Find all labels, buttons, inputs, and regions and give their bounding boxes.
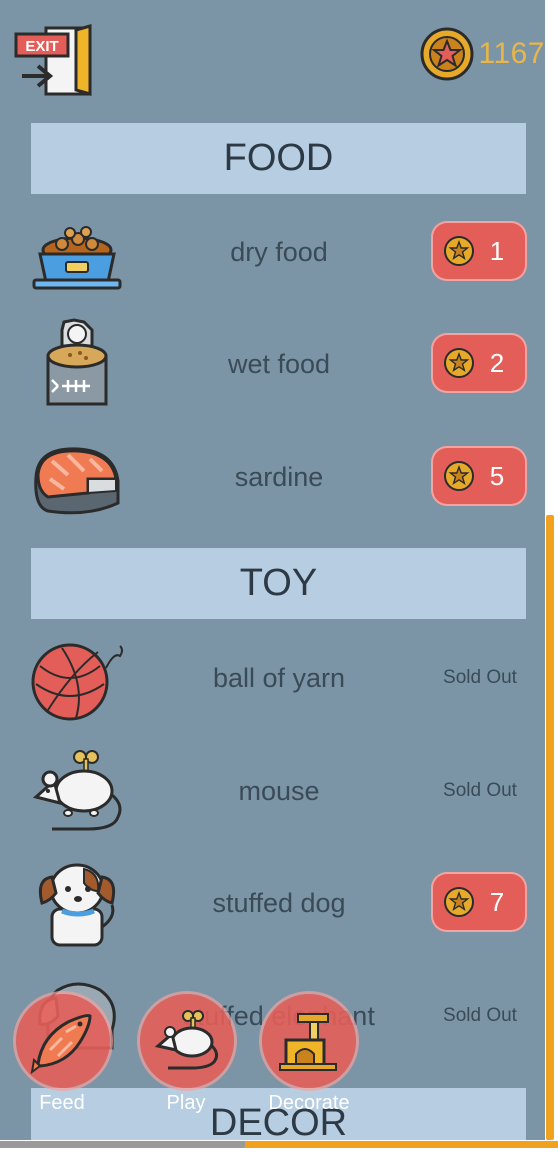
coin-balance: 1167 <box>420 26 545 82</box>
vertical-scrollbar-thumb[interactable] <box>546 515 554 1140</box>
item-name: mouse <box>238 775 320 806</box>
buy-button-sardine[interactable]: 5 <box>433 448 525 504</box>
item-name: stuffed dog <box>212 887 346 918</box>
item-name: ball of yarn <box>212 662 346 693</box>
play-tab-button[interactable] <box>140 994 234 1088</box>
puppy-icon <box>38 863 116 947</box>
feed-tab-label: Feed <box>39 1092 85 1114</box>
decorate-tab-button[interactable] <box>262 994 356 1088</box>
fish-icon <box>30 1014 92 1075</box>
buy-button-stuffed-dog[interactable]: 7 <box>433 874 525 930</box>
sold-out-label: Sold Out <box>443 780 517 801</box>
star-coin-icon <box>444 461 474 491</box>
play-tab-label: Play <box>166 1092 206 1114</box>
shop-screen: EXIT 1167 FOOD dry food 1 wet food 2 sar… <box>0 0 545 1140</box>
exit-door-icon: EXIT <box>14 24 92 96</box>
feed-tab-button[interactable] <box>16 994 110 1088</box>
price-value: 5 <box>489 460 505 491</box>
fish-steak-icon <box>34 447 120 515</box>
price-value: 2 <box>489 347 505 378</box>
item-name: sardine <box>234 461 324 492</box>
shop-item-stuffed-dog: stuffed dog 7 <box>0 851 545 955</box>
buy-button-wet-food[interactable]: 2 <box>433 335 525 391</box>
mouse-icon <box>154 1010 219 1070</box>
shop-item-wet-food: wet food 2 <box>0 312 545 416</box>
sold-out-label: Sold Out <box>443 1005 517 1026</box>
exit-button[interactable]: EXIT <box>14 24 94 96</box>
item-name: dry food <box>230 236 328 267</box>
decorate-tab-label: Decorate <box>268 1092 350 1114</box>
shop-item-sardine: sardine 5 <box>0 425 545 529</box>
buy-button-dry-food[interactable]: 1 <box>433 223 525 279</box>
shop-item-mouse: mouse Sold Out <box>0 739 545 843</box>
section-header-food: FOOD <box>31 123 526 194</box>
star-coin-icon <box>444 348 474 378</box>
section-title: TOY <box>239 562 318 604</box>
section-header-toy: TOY <box>31 548 526 619</box>
section-title: FOOD <box>223 137 334 179</box>
star-coin-icon <box>444 236 474 266</box>
coin-count: 1167 <box>478 37 545 70</box>
svg-text:EXIT: EXIT <box>25 38 58 55</box>
shop-item-ball-of-yarn: ball of yarn Sold Out <box>0 626 545 730</box>
star-coin-icon <box>420 27 474 81</box>
price-value: 7 <box>489 886 505 917</box>
sold-out-label: Sold Out <box>443 667 517 688</box>
price-value: 1 <box>489 235 505 266</box>
food-bowl-icon <box>32 226 122 290</box>
item-name: wet food <box>227 348 331 379</box>
yarn-ball-icon <box>31 643 123 721</box>
cat-tree-icon <box>279 1013 337 1071</box>
horizontal-scrollbar-thumb[interactable] <box>245 1141 558 1148</box>
top-bar: EXIT 1167 <box>0 0 545 110</box>
cat-food-can-icon <box>46 318 108 406</box>
shop-item-dry-food: dry food 1 <box>0 200 545 304</box>
wind-up-mouse-icon <box>32 750 122 831</box>
star-coin-icon <box>444 887 474 917</box>
